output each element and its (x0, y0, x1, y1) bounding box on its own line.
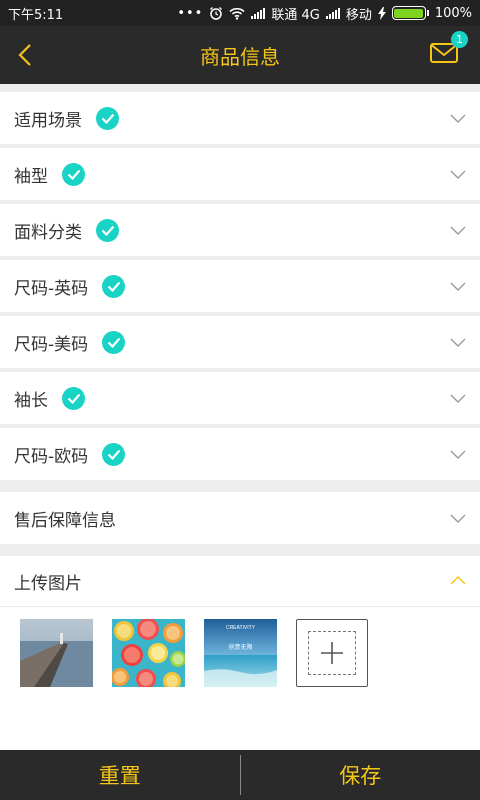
row-label: 袖长 (14, 390, 48, 411)
battery-percent: 100% (434, 5, 472, 21)
chevron-down-icon (450, 114, 466, 123)
thumb-text-mid: 创意无限 (228, 643, 252, 651)
plus-icon (321, 642, 343, 664)
chevron-down-icon (450, 282, 466, 291)
row-size-eu[interactable]: 尺码-欧码 (0, 428, 480, 480)
back-button[interactable] (14, 43, 38, 67)
chevron-down-icon (450, 514, 466, 523)
mail-button[interactable]: 1 (428, 31, 468, 69)
thumb-text-top: CREATIVITY (226, 625, 256, 631)
row-scene[interactable]: 适用场景 (0, 92, 480, 144)
check-icon (102, 274, 126, 298)
alarm-icon (210, 7, 223, 20)
add-photo-frame (308, 631, 356, 675)
row-sleeve-type[interactable]: 袖型 (0, 148, 480, 200)
check-icon (62, 162, 85, 186)
upload-header[interactable]: 上传图片 (0, 556, 480, 606)
row-sleeve-length[interactable]: 袖长 (0, 372, 480, 424)
reset-button[interactable]: 重置 (0, 760, 240, 790)
photo-thumb-citrus[interactable] (112, 619, 185, 687)
row-label: 面料分类 (14, 222, 82, 243)
signal-icon-2 (325, 7, 340, 19)
chevron-down-icon (450, 450, 466, 459)
row-fabric[interactable]: 面料分类 (0, 204, 480, 256)
chevron-down-icon (450, 226, 466, 235)
check-icon (102, 330, 126, 354)
app-header: 商品信息 1 (0, 26, 480, 84)
row-label: 尺码-欧码 (14, 446, 89, 467)
row-label: 尺码-美码 (14, 334, 89, 355)
add-photo-button[interactable] (296, 619, 368, 687)
upload-label: 上传图片 (14, 573, 82, 594)
charging-icon (377, 6, 386, 20)
row-label: 售后保障信息 (14, 510, 116, 531)
mail-count-badge: 1 (451, 31, 468, 48)
chevron-down-icon (450, 170, 466, 179)
page-title: 商品信息 (200, 44, 280, 69)
battery-icon (391, 6, 429, 20)
status-time: 下午5:11 (8, 7, 64, 23)
row-label: 适用场景 (14, 110, 82, 131)
carrier-1: 联通 4G (271, 7, 320, 23)
bottom-action-bar: 重置 保存 (0, 750, 480, 800)
check-icon (96, 106, 119, 130)
row-label: 袖型 (14, 166, 48, 187)
chevron-down-icon (450, 338, 466, 347)
photo-thumb-pier[interactable] (20, 619, 93, 687)
wifi-icon (229, 7, 245, 20)
row-size-uk[interactable]: 尺码-英码 (0, 260, 480, 312)
upload-area: CREATIVITY 创意无限 (0, 606, 480, 750)
signal-icon-1 (251, 7, 266, 19)
row-after-sales[interactable]: 售后保障信息 (0, 492, 480, 544)
more-dots-icon: ••• (177, 5, 204, 21)
check-icon (96, 218, 119, 242)
status-indicators: ••• 联通 4G 移动 100% (177, 4, 472, 23)
chevron-down-icon (450, 394, 466, 403)
chevron-up-icon (450, 576, 466, 585)
photo-thumb-sea[interactable]: CREATIVITY 创意无限 (204, 619, 277, 687)
row-label: 尺码-英码 (14, 278, 89, 299)
carrier-2: 移动 (345, 7, 372, 23)
save-button[interactable]: 保存 (241, 760, 480, 790)
check-icon (62, 386, 85, 410)
status-bar: 下午5:11 ••• 联通 4G 移动 100% (0, 0, 480, 26)
row-size-us[interactable]: 尺码-美码 (0, 316, 480, 368)
check-icon (102, 442, 126, 466)
